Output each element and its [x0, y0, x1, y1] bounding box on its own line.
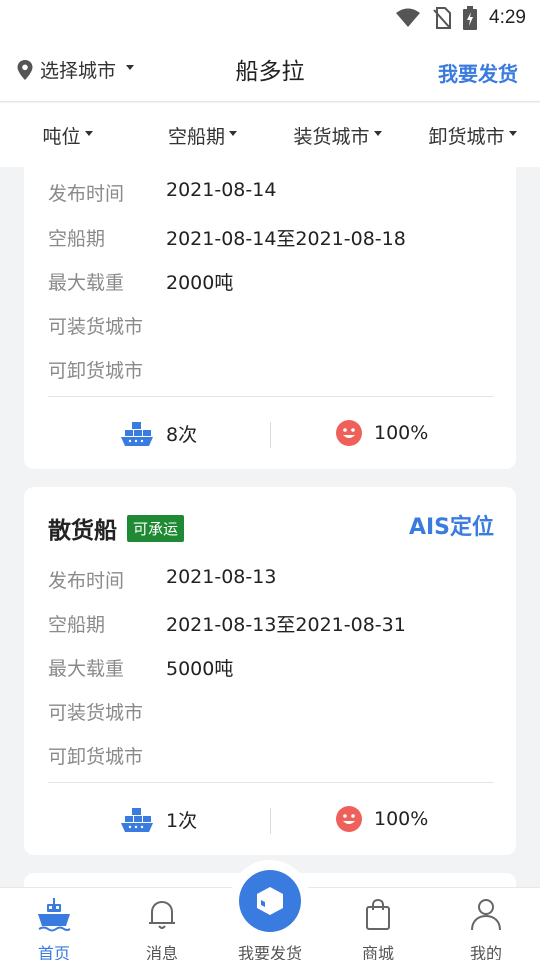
ship-card[interactable]: 发布时间 2021-08-14 空船期 2021-08-14至2021-08-18 …: [24, 167, 516, 469]
chevron-down-icon: [229, 130, 237, 136]
bell-icon: [149, 900, 175, 929]
status-time: 4:29: [489, 7, 526, 28]
ship-home-icon: [38, 898, 71, 932]
ais-location-button[interactable]: AIS定位: [409, 509, 494, 541]
tab-label: 商城: [361, 944, 394, 960]
field-label: 可装货城市: [48, 702, 144, 724]
loading-city-row: 可装货城市: [48, 698, 166, 725]
unloading-city-row: 可卸货城市: [48, 356, 166, 383]
rating-value: 100%: [374, 808, 429, 830]
publish-time-value: 2021-08-13: [166, 566, 277, 588]
max-load-row: 最大载重 5000吨: [48, 654, 233, 681]
field-label: 可装货城市: [48, 316, 144, 338]
field-label: 可卸货城市: [48, 746, 144, 768]
empty-period-value: 2021-08-14至2021-08-18: [166, 228, 406, 250]
wifi-icon: [396, 8, 421, 27]
user-icon: [471, 899, 501, 931]
smile-icon: [336, 806, 362, 832]
ship-type: 散货船: [48, 518, 117, 544]
rating-stat: 100%: [336, 420, 428, 446]
tab-label: 我要发货: [237, 944, 302, 960]
filter-label: 卸货城市: [428, 125, 505, 148]
empty-period-row: 空船期 2021-08-14至2021-08-18: [48, 224, 406, 251]
cargo-ship-icon: [121, 421, 153, 446]
publish-time-row: 发布时间 2021-08-13: [48, 566, 276, 593]
rating-stat: 100%: [336, 806, 428, 832]
filter-unloading-city[interactable]: 卸货城市: [405, 122, 540, 149]
chevron-down-icon: [508, 130, 517, 136]
trips-value: 1次: [166, 810, 198, 832]
rating-value: 100%: [374, 422, 429, 444]
cargo-ship-icon: [121, 807, 153, 832]
status-bar: 4:29: [0, 0, 540, 36]
shopping-bag-icon: [366, 898, 390, 930]
no-sim-icon: [433, 7, 452, 29]
trips-stat: 1次: [120, 806, 197, 833]
publish-time-row: 发布时间 2021-08-14: [48, 179, 276, 206]
field-label: 最大载重: [48, 658, 125, 680]
filter-tonnage[interactable]: 吨位: [0, 122, 135, 149]
status-badge: 可承运: [127, 514, 185, 542]
filter-loading-city[interactable]: 装货城市: [270, 122, 405, 149]
trips-stat: 8次: [120, 420, 197, 447]
loading-city-row: 可装货城市: [48, 312, 166, 339]
field-label: 发布时间: [48, 183, 125, 205]
divider: [48, 782, 494, 783]
ship-cargo-fab[interactable]: [239, 870, 301, 932]
unloading-city-row: 可卸货城市: [48, 742, 166, 769]
tab-label: 我的: [469, 944, 502, 960]
ship-cargo-button[interactable]: 我要发货: [438, 58, 518, 87]
field-label: 空船期: [48, 614, 106, 636]
tab-mall[interactable]: 商城: [324, 888, 432, 960]
max-load-row: 最大载重 2000吨: [48, 268, 233, 295]
package-icon: [257, 887, 283, 915]
battery-charging-icon: [463, 6, 478, 30]
stat-separator: [270, 808, 271, 834]
max-load-value: 5000吨: [166, 658, 234, 680]
empty-period-row: 空船期 2021-08-13至2021-08-31: [48, 610, 406, 637]
tab-messages[interactable]: 消息: [108, 888, 216, 960]
ship-list[interactable]: 发布时间 2021-08-14 空船期 2021-08-14至2021-08-18 …: [0, 167, 540, 887]
tab-label: 首页: [37, 944, 70, 960]
chevron-down-icon: [84, 130, 93, 136]
publish-time-value: 2021-08-14: [166, 179, 277, 201]
trips-value: 8次: [166, 424, 198, 446]
card-header: 散货船 可承运: [48, 511, 185, 545]
field-label: 可卸货城市: [48, 360, 144, 382]
tab-label: 消息: [145, 944, 178, 960]
app-header: 选择城市 船多拉 我要发货: [0, 36, 540, 102]
chevron-down-icon: [373, 130, 382, 136]
field-label: 最大载重: [48, 272, 125, 294]
filter-label: 吨位: [42, 125, 81, 148]
stat-separator: [270, 422, 271, 448]
filter-label: 装货城市: [293, 125, 370, 148]
max-load-value: 2000吨: [166, 272, 234, 294]
ship-card[interactable]: 散货船 可承运 AIS定位 发布时间 2021-08-13 空船期 2021-08-…: [24, 487, 516, 855]
tab-mine[interactable]: 我的: [432, 888, 540, 960]
status-icons: 4:29: [395, 6, 526, 30]
field-label: 空船期: [48, 228, 106, 250]
divider: [48, 396, 494, 397]
smile-icon: [336, 420, 362, 446]
tab-home[interactable]: 首页: [0, 888, 108, 960]
filter-label: 空船期: [167, 125, 225, 148]
field-label: 发布时间: [48, 570, 125, 592]
filter-bar: 吨位 空船期 装货城市 卸货城市: [0, 103, 540, 167]
empty-period-value: 2021-08-13至2021-08-31: [166, 614, 406, 636]
filter-empty-period[interactable]: 空船期: [135, 122, 270, 149]
